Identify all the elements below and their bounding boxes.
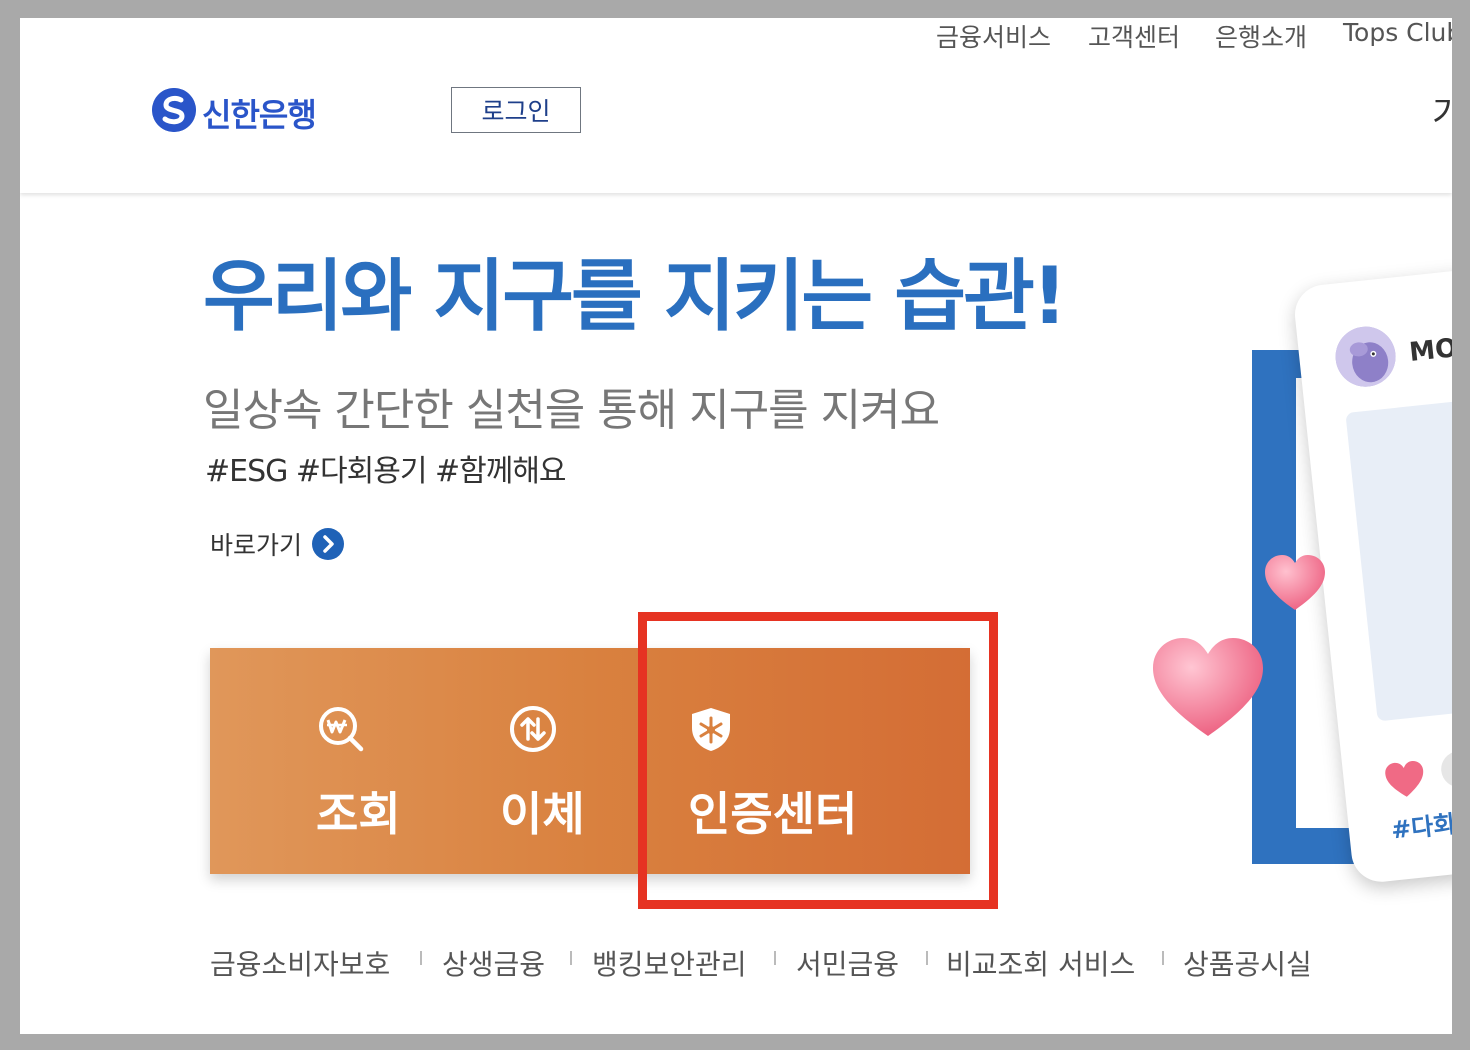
footer-link-banking-security[interactable]: 뱅킹보안관리 bbox=[592, 943, 747, 983]
shortcut-link[interactable]: 바로가기 bbox=[210, 527, 345, 561]
card-image-placeholder bbox=[1345, 396, 1452, 722]
nav-bank-intro[interactable]: 은행소개 bbox=[1215, 18, 1307, 54]
header-edge-text: 기 bbox=[1432, 94, 1452, 134]
character-icon bbox=[1332, 323, 1399, 390]
heart-icon bbox=[1153, 638, 1263, 736]
footer-link-mutual-finance[interactable]: 상생금융 bbox=[442, 943, 545, 983]
card-tag: #다회용 bbox=[1389, 807, 1452, 845]
footer-divider bbox=[420, 951, 422, 965]
login-button[interactable]: 로그인 bbox=[451, 87, 581, 133]
quick-menu-transfer-label: 이체 bbox=[500, 787, 585, 841]
footer-link-product-disclosure[interactable]: 상품공시실 bbox=[1183, 943, 1312, 983]
page: 금융서비스 고객센터 은행소개 Tops Club 신한은행 로그인 기 우리와… bbox=[20, 18, 1452, 1034]
avatar bbox=[1332, 323, 1399, 390]
footer-divider bbox=[1162, 951, 1164, 965]
nav-customer-center[interactable]: 고객센터 bbox=[1088, 18, 1180, 54]
footer-divider bbox=[774, 951, 776, 965]
card-reaction-icon bbox=[1439, 749, 1452, 789]
nav-tops-club[interactable]: Tops Club bbox=[1343, 18, 1452, 47]
hero-subtitle: 일상속 간단한 실천을 통해 지구를 지켜요 bbox=[203, 385, 940, 436]
quick-menu-inquiry-label: 조회 bbox=[316, 787, 401, 841]
site-header: 금융서비스 고객센터 은행소개 Tops Club 신한은행 로그인 기 bbox=[20, 18, 1452, 193]
chevron-right-circle-icon bbox=[312, 528, 345, 560]
quick-menu-transfer[interactable]: 이체 bbox=[500, 648, 650, 874]
heart-icon bbox=[1385, 761, 1424, 797]
quick-menu: 조회 이체 인증센터 bbox=[210, 648, 970, 874]
footer-link-consumer-protection[interactable]: 금융소비자보호 bbox=[210, 943, 390, 983]
hero-title: 우리와 지구를 지키는 습관! bbox=[203, 252, 1067, 342]
transfer-arrows-icon bbox=[510, 706, 556, 752]
logo-mark-icon bbox=[152, 88, 196, 132]
footer-divider bbox=[926, 951, 928, 965]
shortcut-label: 바로가기 bbox=[210, 531, 303, 560]
quick-menu-inquiry[interactable]: 조회 bbox=[310, 648, 460, 874]
logo-text: 신한은행 bbox=[202, 96, 317, 134]
footer-link-low-income-finance[interactable]: 서민금융 bbox=[796, 943, 899, 983]
won-search-icon bbox=[319, 707, 364, 752]
heart-icon bbox=[1265, 555, 1325, 610]
hero-tags: #ESG #다회용기 #함께해요 bbox=[205, 454, 567, 489]
footer-link-comparison-service[interactable]: 비교조회 서비스 bbox=[946, 943, 1135, 983]
shield-icon bbox=[692, 708, 730, 751]
nav-financial-services[interactable]: 금융서비스 bbox=[936, 18, 1051, 54]
card-username: MOLI bbox=[1407, 330, 1452, 368]
footer-divider bbox=[570, 951, 572, 965]
quick-menu-cert-center[interactable]: 인증센터 bbox=[680, 648, 930, 874]
quick-menu-cert-center-label: 인증센터 bbox=[688, 787, 858, 841]
